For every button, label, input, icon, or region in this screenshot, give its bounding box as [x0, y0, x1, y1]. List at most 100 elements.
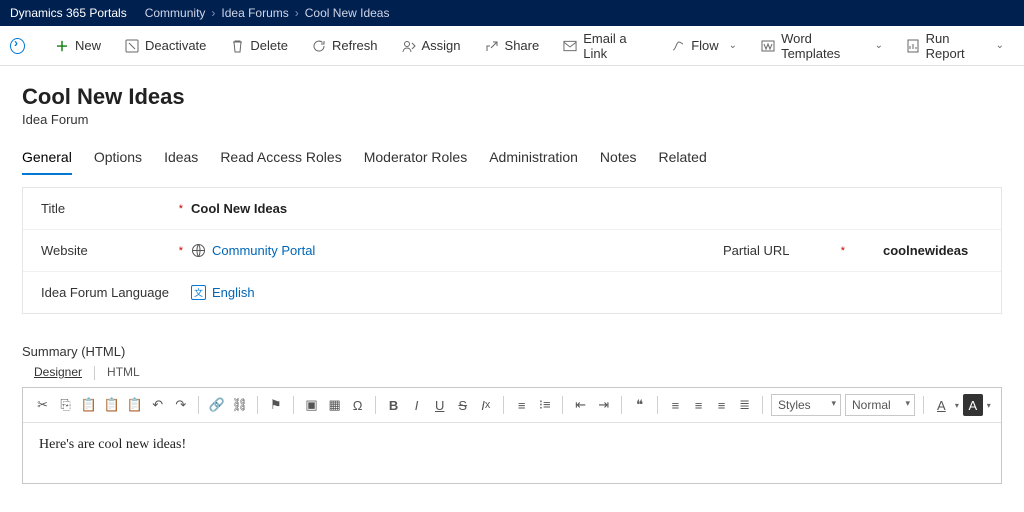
separator: [198, 396, 199, 414]
required-icon: *: [841, 245, 845, 257]
chevron-right-icon: ›: [211, 6, 215, 20]
separator: [762, 396, 763, 414]
format-dropdown[interactable]: Normal: [845, 394, 915, 416]
field-row-partial-url: Partial URL* coolnewideas: [723, 243, 983, 258]
editor-content[interactable]: Here's are cool new ideas!: [23, 423, 1001, 483]
record-tabs: General Options Ideas Read Access Roles …: [22, 149, 1002, 175]
underline-icon[interactable]: U: [430, 394, 449, 416]
field-row-title: Title* Cool New Ideas: [23, 188, 1001, 230]
cut-icon[interactable]: ✂: [33, 394, 52, 416]
tab-options[interactable]: Options: [94, 149, 142, 175]
tab-related[interactable]: Related: [659, 149, 707, 175]
website-field[interactable]: Community Portal: [191, 243, 723, 258]
flow-button[interactable]: Flow ⌄: [661, 34, 747, 57]
image-icon[interactable]: ▣: [302, 394, 321, 416]
title-field[interactable]: Cool New Ideas: [191, 201, 983, 216]
report-icon: [907, 39, 920, 53]
run-report-button[interactable]: Run Report ⌄: [897, 27, 1014, 65]
chevron-down-icon: ⌄: [875, 40, 883, 51]
tab-ideas[interactable]: Ideas: [164, 149, 198, 175]
deactivate-icon: [125, 39, 139, 53]
word-icon: [761, 39, 775, 53]
html-tab[interactable]: HTML: [107, 365, 140, 381]
assign-icon: [402, 39, 416, 53]
separator: [503, 396, 504, 414]
tab-general[interactable]: General: [22, 149, 72, 175]
refresh-button[interactable]: Refresh: [302, 34, 388, 57]
section-title: Summary (HTML): [22, 344, 1002, 359]
separator: [293, 396, 294, 414]
refresh-icon: [312, 39, 326, 53]
align-justify-icon[interactable]: ≣: [735, 394, 754, 416]
main-content: Cool New Ideas Idea Forum General Option…: [0, 66, 1024, 502]
link-icon[interactable]: 🔗: [207, 394, 226, 416]
tab-notes[interactable]: Notes: [600, 149, 637, 175]
undo-icon[interactable]: ↶: [148, 394, 167, 416]
breadcrumb-item[interactable]: Community: [145, 6, 206, 20]
required-icon: *: [179, 245, 183, 257]
separator: [562, 396, 563, 414]
email-link-button[interactable]: Email a Link: [553, 27, 657, 65]
paste-word-icon[interactable]: 📋: [125, 394, 144, 416]
copy-icon[interactable]: ⎘: [56, 394, 75, 416]
summary-section: Summary (HTML) Designer HTML ✂ ⎘ 📋 📋 📋 ↶…: [22, 344, 1002, 484]
separator: [375, 396, 376, 414]
align-right-icon[interactable]: ≡: [712, 394, 731, 416]
blockquote-icon[interactable]: ❝: [630, 394, 649, 416]
tab-administration[interactable]: Administration: [489, 149, 578, 175]
word-templates-button[interactable]: Word Templates ⌄: [751, 27, 893, 65]
field-row-website: Website* Community Portal Partial URL* c…: [23, 230, 1001, 272]
deactivate-button[interactable]: Deactivate: [115, 34, 216, 57]
field-label: Idea Forum Language: [41, 285, 191, 300]
delete-button[interactable]: Delete: [220, 34, 298, 57]
cmd-label: Refresh: [332, 38, 378, 53]
designer-tab[interactable]: Designer: [34, 365, 82, 381]
rich-text-editor: ✂ ⎘ 📋 📋 📋 ↶ ↷ 🔗 ⛓ ⚑ ▣ ▦ Ω B I U: [22, 387, 1002, 484]
website-link[interactable]: Community Portal: [212, 243, 315, 258]
cmd-label: Assign: [422, 38, 461, 53]
separator: [923, 396, 924, 414]
separator: [257, 396, 258, 414]
breadcrumb-item[interactable]: Cool New Ideas: [305, 6, 390, 20]
strike-icon[interactable]: S: [453, 394, 472, 416]
numbered-list-icon[interactable]: ≡: [512, 394, 531, 416]
tab-moderator-roles[interactable]: Moderator Roles: [364, 149, 468, 175]
chevron-down-icon: ⌄: [996, 40, 1004, 51]
language-field[interactable]: 文 English: [191, 285, 709, 300]
italic-icon[interactable]: I: [407, 394, 426, 416]
go-back-button[interactable]: [10, 38, 25, 54]
bg-color-icon[interactable]: A: [963, 394, 983, 416]
text-color-icon[interactable]: A: [932, 394, 951, 416]
new-button[interactable]: ＋ New: [45, 34, 111, 57]
globe-icon: [191, 243, 206, 258]
remove-format-icon[interactable]: Ix: [476, 394, 495, 416]
tab-read-access-roles[interactable]: Read Access Roles: [220, 149, 341, 175]
field-label: Title*: [41, 201, 191, 216]
styles-dropdown[interactable]: Styles: [771, 394, 841, 416]
language-link[interactable]: English: [212, 285, 255, 300]
align-left-icon[interactable]: ≡: [666, 394, 685, 416]
breadcrumb-item[interactable]: Idea Forums: [221, 6, 288, 20]
outdent-icon[interactable]: ⇤: [571, 394, 590, 416]
align-center-icon[interactable]: ≡: [689, 394, 708, 416]
flow-icon: [671, 39, 685, 53]
share-icon: [485, 39, 499, 53]
divider: [94, 366, 95, 380]
assign-button[interactable]: Assign: [392, 34, 471, 57]
bullet-list-icon[interactable]: ⁝≡: [535, 394, 554, 416]
table-icon[interactable]: ▦: [325, 394, 344, 416]
page-title: Cool New Ideas: [22, 84, 1002, 110]
bold-icon[interactable]: B: [384, 394, 403, 416]
paste-icon[interactable]: 📋: [79, 394, 98, 416]
special-char-icon[interactable]: Ω: [348, 394, 367, 416]
partial-url-field[interactable]: coolnewideas: [883, 243, 983, 258]
redo-icon[interactable]: ↷: [171, 394, 190, 416]
indent-icon[interactable]: ⇥: [594, 394, 613, 416]
top-navbar: Dynamics 365 Portals Community › Idea Fo…: [0, 0, 1024, 26]
paste-text-icon[interactable]: 📋: [102, 394, 121, 416]
cmd-label: Deactivate: [145, 38, 206, 53]
unlink-icon[interactable]: ⛓: [230, 394, 249, 416]
required-icon: *: [179, 203, 183, 215]
flag-icon[interactable]: ⚑: [266, 394, 285, 416]
share-button[interactable]: Share: [475, 34, 550, 57]
